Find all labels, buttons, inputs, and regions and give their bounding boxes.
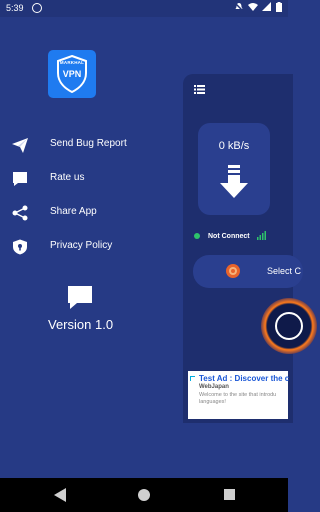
connect-button[interactable] xyxy=(261,298,317,354)
speed-card: 0 kB/s xyxy=(198,123,270,215)
status-bar: 5:39 xyxy=(0,0,288,17)
connection-status: Not Connect xyxy=(208,233,250,240)
ad-card[interactable]: Test Ad : Discover the c WebJapan Welcom… xyxy=(188,371,289,419)
navigation-drawer: MARKHAL VPN Send Bug Report Rate us Shar… xyxy=(0,17,183,478)
ad-choices-icon[interactable] xyxy=(190,376,195,381)
chat-bubble-icon xyxy=(13,172,27,186)
ad-description: Welcome to the site that introdu languag… xyxy=(199,392,277,405)
status-icons xyxy=(234,2,282,12)
select-country-label: Select C xyxy=(267,266,302,276)
send-icon xyxy=(12,138,28,153)
chat-bubble-icon xyxy=(68,286,92,309)
menu-item-rate-us[interactable]: Rate us xyxy=(0,165,183,193)
system-navigation-bar xyxy=(0,478,288,512)
menu-icon[interactable] xyxy=(194,85,205,94)
menu-item-send-bug-report[interactable]: Send Bug Report xyxy=(0,131,183,159)
sync-icon xyxy=(32,3,42,13)
battery-icon xyxy=(276,2,282,12)
download-arrow-icon xyxy=(220,165,248,198)
shield-icon xyxy=(13,239,27,255)
power-icon xyxy=(275,312,303,340)
signal-strength-icon xyxy=(257,231,266,240)
connection-status-dot xyxy=(194,233,200,239)
app-logo: MARKHAL VPN xyxy=(48,50,96,98)
menu-item-share-app[interactable]: Share App xyxy=(0,199,183,227)
signal-icon xyxy=(262,2,271,11)
ad-advertiser: WebJapan xyxy=(199,384,229,390)
menu-item-label: Privacy Policy xyxy=(50,240,113,251)
share-icon xyxy=(12,205,28,221)
speed-value: 0 kB/s xyxy=(218,140,250,152)
back-icon[interactable] xyxy=(54,488,66,502)
status-time: 5:39 xyxy=(6,3,24,13)
app-version: Version 1.0 xyxy=(48,317,114,332)
ad-title[interactable]: Test Ad : Discover the c xyxy=(199,374,289,383)
menu-item-privacy-policy[interactable]: Privacy Policy xyxy=(0,233,183,261)
logo-text-main: VPN xyxy=(62,69,82,79)
notifications-off-icon xyxy=(234,2,244,12)
menu-item-label: Rate us xyxy=(50,172,85,183)
recents-icon[interactable] xyxy=(224,489,235,500)
menu-item-label: Send Bug Report xyxy=(50,138,127,149)
globe-icon xyxy=(226,264,240,278)
home-icon[interactable] xyxy=(138,489,150,501)
select-country-button[interactable]: Select C xyxy=(193,255,303,288)
wifi-icon xyxy=(248,3,258,11)
menu-item-label: Share App xyxy=(50,206,97,217)
logo-text-top: MARKHAL xyxy=(59,60,85,65)
